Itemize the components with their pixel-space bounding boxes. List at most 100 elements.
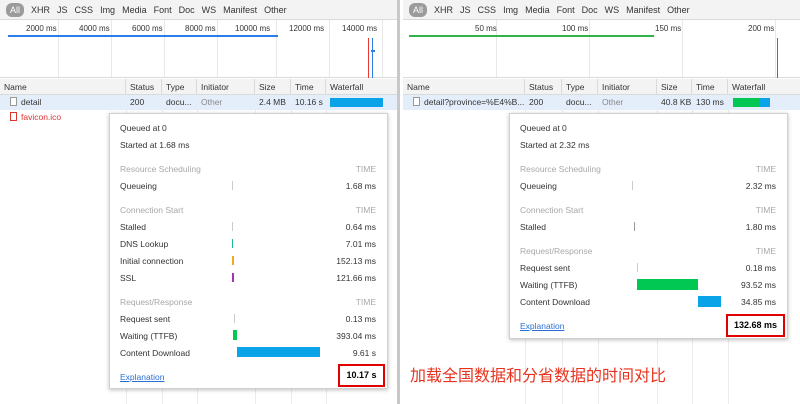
overview-request-bar <box>409 35 654 37</box>
overview-request-bar <box>371 50 375 52</box>
timing-label: Stalled <box>120 222 146 232</box>
filter-manifest[interactable]: Manifest <box>623 3 663 17</box>
comparison-caption: 加载全国数据和分省数据的时间对比 <box>410 366 667 385</box>
col-waterfall[interactable]: Waterfall <box>326 79 397 95</box>
col-time[interactable]: Time <box>291 79 326 95</box>
right-network-panel: All XHR JS CSS Img Media Font Doc WS Man… <box>403 0 800 404</box>
filter-font[interactable]: Font <box>151 3 175 17</box>
document-icon <box>10 97 17 106</box>
timing-value: 0.18 ms <box>745 263 776 273</box>
load-marker <box>368 38 369 78</box>
timing-label: Waiting (TTFB) <box>520 280 578 290</box>
grid-line <box>382 20 383 77</box>
filter-css[interactable]: CSS <box>72 3 97 17</box>
timing-value: 121.66 ms <box>336 273 376 283</box>
request-initiator: Other <box>201 97 223 107</box>
section-title: Resource Scheduling <box>120 164 201 174</box>
col-type[interactable]: Type <box>562 79 598 95</box>
time-header: TIME <box>355 164 376 174</box>
document-icon <box>413 97 420 106</box>
waterfall-bar[interactable] <box>760 98 770 107</box>
timing-bar <box>232 181 233 190</box>
overview-tick: 150 ms <box>655 24 682 33</box>
request-time: 10.16 s <box>295 97 323 107</box>
waterfall-bar[interactable] <box>330 98 383 107</box>
request-name: detail?province=%E4%B... <box>409 95 525 110</box>
timing-label: Content Download <box>120 348 190 358</box>
filter-manifest[interactable]: Manifest <box>220 3 260 17</box>
filter-xhr[interactable]: XHR <box>431 3 456 17</box>
timing-bar <box>637 279 698 290</box>
timing-popup: Queued at 0 Started at 2.32 ms Resource … <box>509 113 788 339</box>
request-type: docu... <box>566 97 592 107</box>
request-time: 130 ms <box>696 97 724 107</box>
grid-line <box>58 20 59 77</box>
filter-all[interactable]: All <box>409 2 428 17</box>
filter-media[interactable]: Media <box>119 3 150 17</box>
filter-font[interactable]: Font <box>554 3 578 17</box>
timing-value: 2.32 ms <box>745 181 776 191</box>
filter-doc[interactable]: Doc <box>579 3 601 17</box>
overview-tick: 50 ms <box>475 24 497 33</box>
col-initiator[interactable]: Initiator <box>197 79 255 95</box>
timing-label: SSL <box>120 273 137 283</box>
filter-other[interactable]: Other <box>261 3 290 17</box>
filter-img[interactable]: Img <box>500 3 521 17</box>
timing-value: 0.13 ms <box>345 314 376 324</box>
domcontentloaded-marker <box>372 38 373 78</box>
overview-tick: 12000 ms <box>289 24 325 33</box>
table-row[interactable]: detail 200 docu... Other 2.4 MB 10.16 s <box>0 95 397 110</box>
col-status[interactable]: Status <box>126 79 162 95</box>
grid-line <box>775 20 776 77</box>
timing-value: 9.61 s <box>352 348 376 358</box>
timing-label: Content Download <box>520 297 590 307</box>
timing-bar <box>698 296 721 307</box>
request-name: detail <box>6 95 126 110</box>
filter-doc[interactable]: Doc <box>176 3 198 17</box>
filter-img[interactable]: Img <box>97 3 118 17</box>
explanation-link[interactable]: Explanation <box>520 321 564 331</box>
filter-css[interactable]: CSS <box>475 3 500 17</box>
timeline-overview[interactable]: 50 ms 100 ms 150 ms 200 ms <box>403 20 800 78</box>
section-title: Request/Response <box>120 297 193 307</box>
section-title: Request/Response <box>520 246 593 256</box>
grid-line <box>589 20 590 77</box>
section-title: Connection Start <box>520 205 584 215</box>
filter-all[interactable]: All <box>6 2 25 17</box>
col-type[interactable]: Type <box>162 79 197 95</box>
timeline-overview[interactable]: 2000 ms 4000 ms 6000 ms 8000 ms 10000 ms… <box>0 20 397 78</box>
col-waterfall[interactable]: Waterfall <box>728 79 800 95</box>
col-name[interactable]: Name <box>403 79 525 95</box>
timing-label: DNS Lookup <box>120 239 169 249</box>
filter-media[interactable]: Media <box>522 3 553 17</box>
left-network-panel: All XHR JS CSS Img Media Font Doc WS Man… <box>0 0 400 404</box>
filter-js[interactable]: JS <box>54 3 71 17</box>
filter-ws[interactable]: WS <box>199 3 220 17</box>
timing-value: 93.52 ms <box>741 280 776 290</box>
col-time[interactable]: Time <box>692 79 728 95</box>
timing-value: 34.85 ms <box>741 297 776 307</box>
timing-value: 0.64 ms <box>345 222 376 232</box>
timing-value: 152.13 ms <box>336 256 376 266</box>
explanation-link[interactable]: Explanation <box>120 372 164 382</box>
section-title: Resource Scheduling <box>520 164 601 174</box>
timing-bar <box>232 273 234 282</box>
col-size[interactable]: Size <box>657 79 692 95</box>
timing-bar <box>637 263 638 272</box>
col-size[interactable]: Size <box>255 79 291 95</box>
col-name[interactable]: Name <box>0 79 126 95</box>
overview-tick: 10000 ms <box>235 24 271 33</box>
timing-label: Waiting (TTFB) <box>120 331 178 341</box>
filter-xhr[interactable]: XHR <box>28 3 53 17</box>
filter-js[interactable]: JS <box>457 3 474 17</box>
col-status[interactable]: Status <box>525 79 562 95</box>
col-initiator[interactable]: Initiator <box>598 79 657 95</box>
table-row[interactable]: detail?province=%E4%B... 200 docu... Oth… <box>403 95 800 110</box>
filter-other[interactable]: Other <box>664 3 693 17</box>
filter-ws[interactable]: WS <box>602 3 623 17</box>
timing-bar <box>634 222 635 231</box>
waterfall-bar[interactable] <box>733 98 760 107</box>
request-size: 2.4 MB <box>259 97 286 107</box>
request-table-header: Name Status Type Initiator Size Time Wat… <box>0 79 397 95</box>
overview-request-bar <box>8 35 278 37</box>
